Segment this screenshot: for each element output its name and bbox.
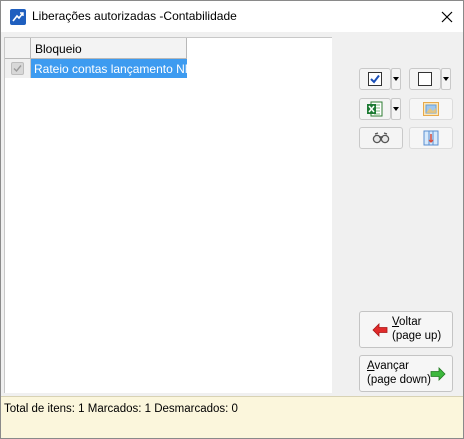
dialog-window: Liberações autorizadas -Contabilidade Bl… <box>0 0 464 439</box>
status-text: Total de itens: 1 Marcados: 1 Desmarcado… <box>4 403 238 415</box>
next-page-down-button[interactable]: Avançar (page down) <box>359 355 453 392</box>
binoculars-icon <box>372 132 390 144</box>
title-bar[interactable]: Liberações autorizadas -Contabilidade <box>1 1 463 32</box>
image-button[interactable] <box>409 98 453 120</box>
window-title: Liberações autorizadas -Contabilidade <box>32 9 237 23</box>
columns-button[interactable] <box>409 127 453 149</box>
uncheck-all-dropdown[interactable] <box>441 68 451 90</box>
items-grid[interactable]: Bloqueio Rateio contas lançamento NF <box>4 37 332 393</box>
app-icon <box>10 9 26 25</box>
grid-right-gutter <box>332 37 348 393</box>
checkbox-checked-icon <box>368 72 382 86</box>
checkmark-icon <box>13 65 22 73</box>
cell-bloqueio[interactable]: Rateio contas lançamento NF <box>31 59 187 78</box>
export-dropdown[interactable] <box>391 98 401 120</box>
image-icon <box>423 102 439 116</box>
status-bar: Total de itens: 1 Marcados: 1 Desmarcado… <box>1 396 463 438</box>
arrow-right-icon <box>430 367 446 381</box>
next-label: Avançar <box>367 360 409 372</box>
back-label: Voltar <box>392 316 422 328</box>
table-row[interactable]: Rateio contas lançamento NF <box>5 59 187 78</box>
export-excel-button[interactable] <box>359 98 391 120</box>
uncheck-all-button[interactable] <box>409 68 441 90</box>
caret-down-icon <box>443 77 449 81</box>
excel-icon <box>367 101 383 117</box>
back-page-up-button[interactable]: Voltar (page up) <box>359 311 453 348</box>
close-button[interactable] <box>432 3 462 30</box>
row-select-cell[interactable] <box>5 59 31 78</box>
grid-header: Bloqueio <box>5 38 187 59</box>
close-icon <box>441 11 453 22</box>
checkbox-empty-icon <box>418 72 432 86</box>
caret-down-icon <box>393 77 399 81</box>
find-button[interactable] <box>359 127 403 149</box>
check-all-dropdown[interactable] <box>391 68 401 90</box>
header-select-cell[interactable] <box>5 38 31 59</box>
back-shortcut-label: (page up) <box>392 330 442 342</box>
next-shortcut-label: (page down) <box>367 374 431 386</box>
caret-down-icon <box>393 107 399 111</box>
row-checkbox[interactable] <box>11 62 24 75</box>
column-header-bloqueio[interactable]: Bloqueio <box>31 38 187 59</box>
arrow-left-icon <box>372 323 388 337</box>
columns-icon <box>423 130 439 146</box>
check-all-button[interactable] <box>359 68 391 90</box>
